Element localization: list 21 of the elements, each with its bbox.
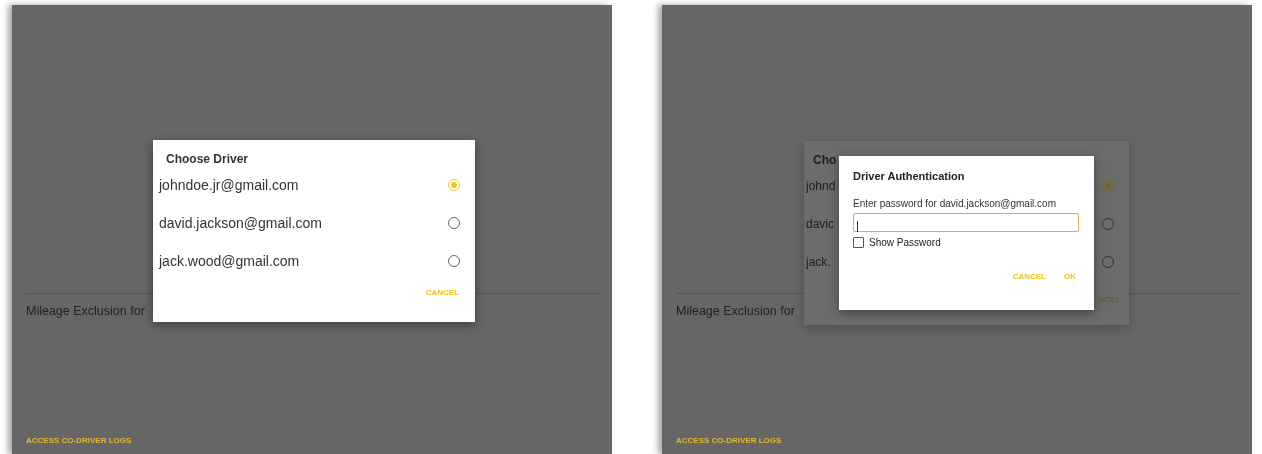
dialog-title: Choose Driver <box>166 152 249 166</box>
dialog-button[interactable]: CANCEL <box>1008 270 1050 283</box>
show-password-label[interactable]: Show Password <box>869 237 941 248</box>
driver-option[interactable]: jack. <box>806 255 831 269</box>
driver-option[interactable]: jack.wood@gmail.com <box>159 253 300 269</box>
checkbox[interactable] <box>853 237 864 248</box>
cancel-button[interactable]: CANCEL <box>421 286 463 299</box>
dialog-title: Driver Authentication <box>853 170 965 182</box>
password-field[interactable] <box>853 213 1079 232</box>
dialog-button[interactable]: OK <box>1060 270 1080 283</box>
access-co-driver-logs-link[interactable]: ACCESS CO-DRIVER LOGS <box>676 436 782 445</box>
password-prompt: Enter password for david.jackson@gmail.com <box>853 198 1056 209</box>
mileage-label: Mileage Exclusion for <box>26 304 145 318</box>
dialog-title: Cho <box>813 153 837 167</box>
access-co-driver-logs-link[interactable]: ACCESS CO-DRIVER LOGS <box>26 436 132 445</box>
mileage-label: Mileage Exclusion for <box>676 304 795 318</box>
driver-option[interactable]: johnd <box>806 179 836 193</box>
driver-option[interactable]: johndoe.jr@gmail.com <box>159 177 299 193</box>
driver-option[interactable]: davic <box>806 217 834 231</box>
driver-option[interactable]: david.jackson@gmail.com <box>159 215 322 231</box>
text-cursor <box>857 221 858 232</box>
